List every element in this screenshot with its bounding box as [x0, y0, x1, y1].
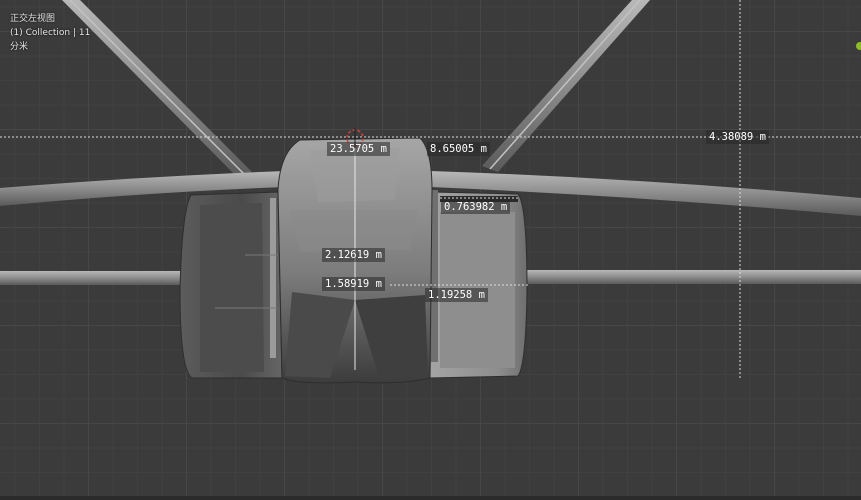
measurement-label-0-763982[interactable]: 0.763982 m: [441, 200, 511, 214]
lower-left-rod[interactable]: [0, 271, 186, 285]
viewport-bottom-edge: [0, 496, 861, 500]
measurement-label-1-58919[interactable]: 1.58919 m: [322, 277, 385, 291]
scene-canvas[interactable]: [0, 0, 861, 500]
measurement-label-1-19258[interactable]: 1.19258 m: [425, 288, 488, 302]
measurement-label-2-12619[interactable]: 2.12619 m: [322, 248, 385, 262]
collection-info: (1) Collection | 11: [10, 28, 91, 38]
right-body-block[interactable]: [429, 190, 528, 379]
left-diagonal-strut[interactable]: [62, 0, 252, 178]
3d-viewport[interactable]: 正交左视图 (1) Collection | 11 分米 23.5705 m 8…: [0, 0, 861, 500]
unit-label: 分米: [10, 42, 29, 52]
right-diagonal-strut[interactable]: [482, 0, 650, 172]
navigation-gizmo-axis-dot[interactable]: [856, 42, 861, 50]
left-body-block[interactable]: [179, 191, 283, 379]
viewport-info: 正交左视图 (1) Collection | 11 分米: [10, 12, 90, 54]
measurement-label-23-5705[interactable]: 23.5705 m: [327, 142, 390, 156]
lower-right-rod[interactable]: [525, 270, 861, 284]
view-name: 正交左视图: [10, 14, 56, 24]
measurement-label-8-65005[interactable]: 8.65005 m: [427, 142, 490, 156]
measurement-label-4-38089[interactable]: 4.38089 m: [706, 130, 769, 144]
